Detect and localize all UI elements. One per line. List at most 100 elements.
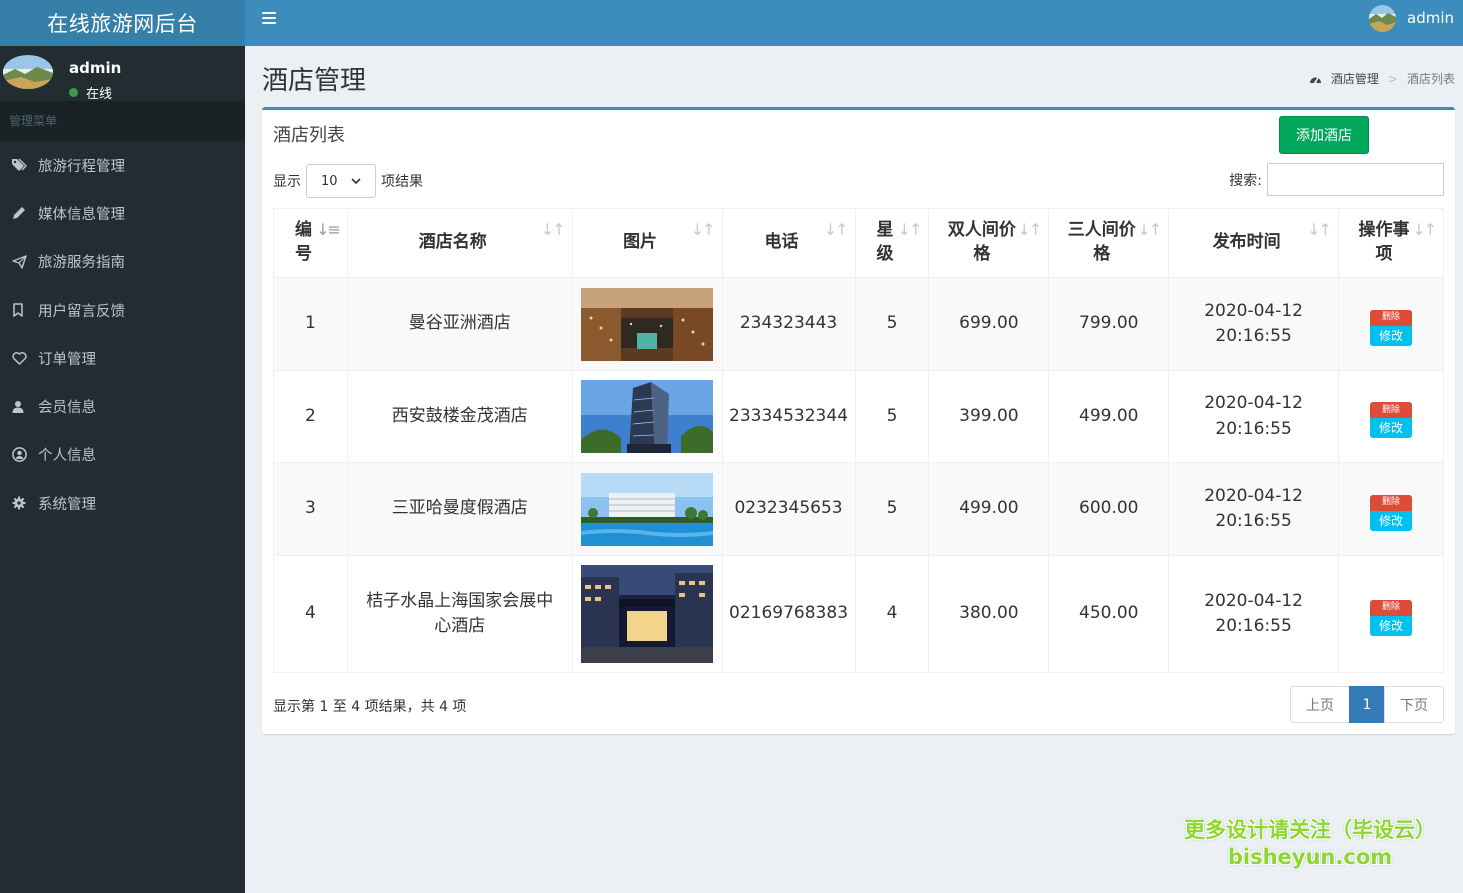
column-header-label: 格 <box>973 244 991 264</box>
cell-id: 4 <box>273 555 348 673</box>
watermark-line1: 更多设计请关注（毕设云） <box>1184 818 1436 842</box>
next-page-button[interactable]: 下页 <box>1384 686 1444 723</box>
column-header-label: 级 <box>876 244 894 264</box>
cell-double-price: 399.00 <box>928 370 1050 463</box>
app-logo[interactable]: 在线旅游网后台 <box>0 0 245 46</box>
publish-date: 2020-04-12 <box>1204 590 1303 611</box>
column-header-label: 发布时间 <box>1212 232 1281 253</box>
edit-button[interactable]: 修改 <box>1370 325 1412 346</box>
cell-hotel-name: 西安鼓楼金茂酒店 <box>346 370 573 463</box>
sidebar-toggle-icon[interactable] <box>262 12 276 24</box>
cell-publish-time: 2020-04-12 20:16:55 <box>1168 555 1340 673</box>
top-avatar <box>1369 4 1396 32</box>
column-header-label: 酒店名称 <box>418 232 487 253</box>
sidebar-item-media[interactable]: 媒体信息管理 <box>0 189 245 237</box>
watermark: 更多设计请关注（毕设云） bisheyun.com <box>1180 815 1440 869</box>
cell-id: 2 <box>273 370 348 463</box>
publish-clock: 20:16:55 <box>1215 418 1292 439</box>
column-header-double-price[interactable]: 双人间价格 ↓↑ <box>928 208 1050 278</box>
cell-id: 1 <box>273 277 348 371</box>
cell-operations: 删除 修改 <box>1338 462 1444 556</box>
sort-icon: ↓↑ <box>823 220 849 239</box>
column-header-image[interactable]: 图片 ↓↑ <box>571 208 723 278</box>
table-row: 1 曼谷亚洲酒店 234323443 5 699.00 799.00 2020-… <box>273 277 1444 371</box>
search-control: 搜索: <box>1229 163 1444 196</box>
prev-page-button[interactable]: 上页 <box>1290 686 1350 723</box>
cell-hotel-name: 曼谷亚洲酒店 <box>346 277 573 371</box>
breadcrumb-separator: > <box>1387 71 1398 86</box>
sidebar-item-label: 媒体信息管理 <box>38 206 125 223</box>
cell-phone: 02169768383 <box>721 555 856 673</box>
sidebar-item-members[interactable]: 会员信息 <box>0 382 245 430</box>
hotel-thumbnail-image <box>581 380 714 453</box>
page-length-value: 10 <box>321 173 338 189</box>
page-1-button[interactable]: 1 <box>1349 686 1385 723</box>
column-header-name[interactable]: 酒店名称 ↓↑ <box>346 208 573 278</box>
publish-clock: 20:16:55 <box>1215 326 1292 346</box>
sidebar-item-label: 旅游行程管理 <box>38 158 125 175</box>
column-header-triple-price[interactable]: 三人间价格 ↓↑ <box>1048 208 1170 278</box>
cell-image <box>571 277 723 371</box>
sidebar-item-label: 用户留言反馈 <box>38 303 125 320</box>
search-input[interactable] <box>1267 163 1444 196</box>
column-header-star[interactable]: 星级 ↓↑ <box>854 208 930 278</box>
user-circle-icon <box>12 447 38 463</box>
publish-clock: 20:16:55 <box>1215 616 1292 636</box>
cell-triple-price: 499.00 <box>1048 370 1170 463</box>
delete-button[interactable]: 删除 <box>1370 599 1412 616</box>
cell-image <box>571 370 723 463</box>
add-hotel-button[interactable]: 添加酒店 <box>1279 116 1369 154</box>
table-row: 3 三亚哈曼度假酒店 0232345653 5 499.00 600.00 20… <box>273 462 1444 556</box>
column-header-label: 图片 <box>623 232 658 253</box>
page-length-select[interactable]: 10 <box>306 164 376 198</box>
hotel-list-box: 酒店列表 添加酒店 显示 10 项结果 搜索: 编号 ↓≡ 酒店名称 ↓↑ 图片 ↓↑… <box>262 107 1455 734</box>
top-user-menu[interactable]: admin <box>1369 0 1454 36</box>
cell-triple-price: 799.00 <box>1048 277 1170 371</box>
column-header-phone[interactable]: 电话 ↓↑ <box>721 208 856 278</box>
sidebar-item-orders[interactable]: 订单管理 <box>0 334 245 382</box>
operation-buttons: 删除 修改 <box>1370 494 1412 531</box>
search-label: 搜索: <box>1229 172 1262 189</box>
sidebar-item-label: 个人信息 <box>38 448 96 465</box>
column-header-publish-time[interactable]: 发布时间 ↓↑ <box>1168 208 1340 278</box>
hotel-thumbnail-image <box>581 565 714 663</box>
delete-button[interactable]: 删除 <box>1370 494 1412 511</box>
operation-buttons: 删除 修改 <box>1370 402 1412 439</box>
publish-clock: 20:16:55 <box>1215 511 1292 531</box>
show-prefix: 显示 <box>273 174 301 190</box>
column-header-label: 电话 <box>764 232 799 253</box>
cell-image <box>571 555 723 673</box>
delete-button[interactable]: 删除 <box>1370 402 1412 419</box>
table-info: 显示第 1 至 4 项结果，共 4 项 <box>273 699 467 715</box>
column-header-operations[interactable]: 操作事项 ↓↑ <box>1338 208 1444 278</box>
edit-button[interactable]: 修改 <box>1370 510 1412 531</box>
table-header-row: 编号 ↓≡ 酒店名称 ↓↑ 图片 ↓↑ 电话 ↓↑ 星级 ↓↑ 双人间价格 ↓↑ 三人间价格… <box>273 208 1444 278</box>
send-icon <box>12 255 38 269</box>
user-avatar <box>3 55 53 89</box>
delete-button[interactable]: 删除 <box>1370 309 1412 326</box>
cell-triple-price: 600.00 <box>1048 462 1170 556</box>
edit-button[interactable]: 修改 <box>1370 615 1412 636</box>
sidebar-item-system[interactable]: 系统管理 <box>0 479 245 527</box>
dashboard-icon <box>1309 73 1322 84</box>
cell-operations: 删除 修改 <box>1338 277 1444 371</box>
operation-buttons: 删除 修改 <box>1370 309 1412 346</box>
sidebar-item-feedback[interactable]: 用户留言反馈 <box>0 286 245 334</box>
sort-asc-icon: ↓≡ <box>316 220 341 239</box>
breadcrumb-root[interactable]: 酒店管理 <box>1331 70 1379 87</box>
sidebar: 在线旅游网后台 admin 在线 管理菜单 旅游行程管理 媒体信息管理 旅游服务… <box>0 0 245 893</box>
sidebar-item-guide[interactable]: 旅游服务指南 <box>0 238 245 286</box>
sidebar-item-trips[interactable]: 旅游行程管理 <box>0 141 245 189</box>
cell-hotel-name: 桔子水晶上海国家会展中心酒店 <box>346 555 573 673</box>
user-panel: admin 在线 <box>0 46 245 102</box>
top-username: admin <box>1407 9 1454 27</box>
pagination: 上页 1 下页 <box>1290 686 1444 723</box>
sidebar-item-profile[interactable]: 个人信息 <box>0 431 245 479</box>
sort-icon: ↓↑ <box>540 220 566 239</box>
edit-button[interactable]: 修改 <box>1370 418 1412 439</box>
column-header-id[interactable]: 编号 ↓≡ <box>273 208 348 278</box>
cell-double-price: 380.00 <box>928 555 1050 673</box>
breadcrumb-current: 酒店列表 <box>1406 72 1455 86</box>
top-navbar: admin <box>245 0 1463 46</box>
cell-star: 5 <box>854 370 930 463</box>
